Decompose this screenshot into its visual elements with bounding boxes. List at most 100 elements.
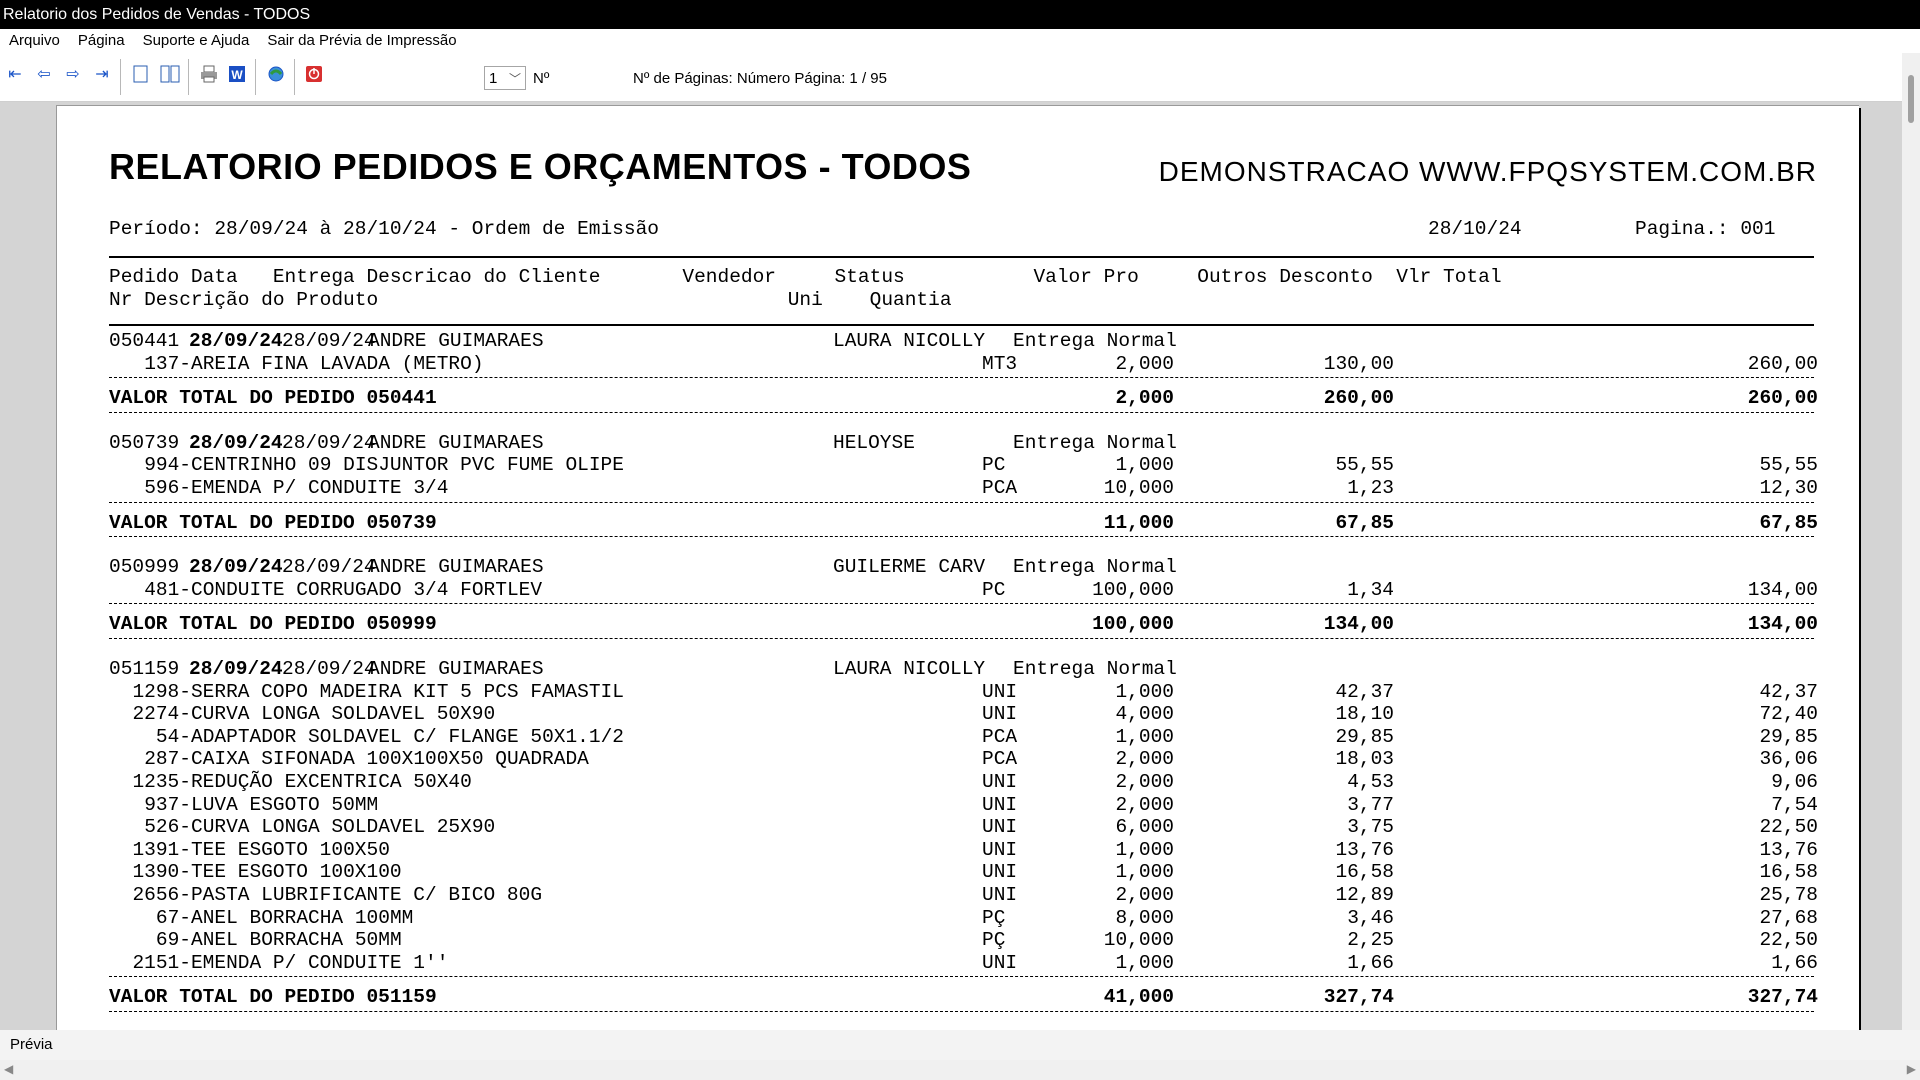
- print-icon[interactable]: [198, 63, 220, 85]
- item-description: 54-ADAPTADOR SOLDAVEL C/ FLANGE 50X1.1/2: [155, 725, 624, 748]
- item-total: 72,40: [1759, 703, 1818, 726]
- item-total: 9,06: [1771, 771, 1818, 793]
- order-status: Entrega Normal: [1013, 556, 1177, 579]
- order-salesperson: HELOYSE: [833, 431, 915, 454]
- item-quantity: 1,000: [1115, 725, 1174, 748]
- item-description: 481-CONDUITE CORRUGADO 3/4 FORTLEV: [144, 578, 543, 601]
- horizontal-scrollbar[interactable]: ◀ ▶: [0, 1060, 1920, 1080]
- item-quantity: 2,000: [1115, 884, 1174, 906]
- word-export-icon[interactable]: W: [226, 63, 248, 85]
- item-quantity: 2,000: [1115, 748, 1174, 771]
- item-description: 526-CURVA LONGA SOLDAVEL 25X90: [144, 816, 496, 839]
- item-total: 134,00: [1747, 578, 1818, 601]
- item-unit: MT3: [982, 352, 1018, 375]
- item-total: 55,55: [1759, 454, 1818, 477]
- item-description: 137-AREIA FINA LAVADA (METRO): [144, 352, 484, 375]
- page-select[interactable]: 1 ﹀: [484, 66, 526, 90]
- item-total: 7,54: [1771, 793, 1818, 816]
- item-quantity: 10,000: [1103, 477, 1174, 499]
- item-description: 596-EMENDA P/ CONDUITE 3/4: [144, 477, 449, 499]
- order-total-value: 327,74: [1323, 986, 1394, 1009]
- item-unit-price: 1,66: [1347, 951, 1394, 974]
- last-page-icon[interactable]: ⇥: [91, 63, 113, 85]
- order-date: 28/09/24: [189, 556, 283, 579]
- two-pages-icon[interactable]: [159, 63, 181, 85]
- order-date: 28/09/24: [189, 330, 283, 352]
- scroll-right-icon[interactable]: ▶: [1907, 1062, 1916, 1076]
- web-icon[interactable]: [265, 63, 287, 85]
- item-unit: UNI: [982, 861, 1018, 884]
- item-quantity: 1,000: [1115, 861, 1174, 884]
- item-unit-price: 3,77: [1347, 793, 1394, 816]
- order-delivery-date: 28/09/24: [282, 330, 376, 352]
- status-bar: Prévia: [0, 1030, 1920, 1060]
- report-date: 28/10/24: [1428, 218, 1522, 240]
- column-header-row-2: Nr Descrição do Produto Uni Quantia: [109, 289, 952, 311]
- order-number: 050739: [109, 431, 180, 454]
- order-total-value: 67,85: [1335, 511, 1394, 534]
- order-date: 28/09/24: [189, 658, 283, 680]
- item-total: 27,68: [1759, 906, 1818, 929]
- order-total-quantity: 2,000: [1115, 387, 1174, 410]
- item-total: 22,50: [1759, 929, 1818, 952]
- item-unit: PCA: [982, 477, 1018, 499]
- menu-arquivo[interactable]: Arquivo: [0, 29, 69, 53]
- order-date: 28/09/24: [189, 431, 283, 454]
- item-unit-price: 2,25: [1347, 929, 1394, 952]
- menu-pagina[interactable]: Página: [69, 29, 134, 53]
- order-delivery-date: 28/09/24: [282, 658, 376, 680]
- scroll-left-icon[interactable]: ◀: [4, 1062, 13, 1076]
- item-description: 1390-TEE ESGOTO 100X100: [132, 861, 402, 884]
- menu-sair[interactable]: Sair da Prévia de Impressão: [258, 29, 465, 53]
- item-quantity: 8,000: [1115, 906, 1174, 929]
- item-unit-price: 42,37: [1335, 680, 1394, 703]
- item-description: 2656-PASTA LUBRIFICANTE C/ BICO 80G: [132, 884, 543, 906]
- svg-text:W: W: [231, 68, 243, 82]
- vertical-scrollbar[interactable]: [1902, 53, 1920, 1030]
- toolbar: ⇤ ⇦ ⇨ ⇥ W: [0, 53, 1920, 102]
- item-unit-price: 3,75: [1347, 816, 1394, 839]
- order-total-value: 260,00: [1323, 387, 1394, 410]
- item-description: 287-CAIXA SIFONADA 100X100X50 QUADRADA: [144, 748, 589, 771]
- item-unit-price: 55,55: [1335, 454, 1394, 477]
- report-page-number: Pagina.: 001: [1635, 218, 1776, 240]
- item-description: 67-ANEL BORRACHA 100MM: [155, 906, 414, 929]
- order-total-value: 134,00: [1323, 613, 1394, 636]
- item-description: 1391-TEE ESGOTO 100X50: [132, 838, 390, 861]
- order-salesperson: LAURA NICOLLY: [833, 658, 986, 680]
- order-number: 050999: [109, 556, 180, 579]
- item-total: 42,37: [1759, 680, 1818, 703]
- order-status: Entrega Normal: [1013, 330, 1177, 352]
- chevron-down-icon: ﹀: [508, 72, 521, 86]
- item-unit: UNI: [982, 771, 1018, 793]
- menu-suporte[interactable]: Suporte e Ajuda: [134, 29, 259, 53]
- item-unit-price: 12,89: [1335, 884, 1394, 906]
- item-quantity: 1,000: [1115, 680, 1174, 703]
- item-unit: PÇ: [982, 906, 1006, 929]
- item-quantity: 10,000: [1103, 929, 1174, 952]
- item-quantity: 1,000: [1115, 838, 1174, 861]
- single-page-icon[interactable]: [130, 63, 152, 85]
- item-unit: UNI: [982, 703, 1018, 726]
- order-total-label: VALOR TOTAL DO PEDIDO 050739: [109, 511, 437, 534]
- order-salesperson: LAURA NICOLLY: [833, 330, 986, 352]
- next-page-icon[interactable]: ⇨: [62, 63, 84, 85]
- item-total: 1,66: [1771, 951, 1818, 974]
- item-unit: UNI: [982, 816, 1018, 839]
- stop-icon[interactable]: [303, 63, 325, 85]
- report-demo-banner: DEMONSTRACAO WWW.FPQSYSTEM.COM.BR: [1158, 156, 1817, 187]
- prev-page-icon[interactable]: ⇦: [33, 63, 55, 85]
- item-description: 1235-REDUÇÃO EXCENTRICA 50X40: [132, 771, 472, 793]
- item-description: 994-CENTRINHO 09 DISJUNTOR PVC FUME OLIP…: [144, 454, 624, 477]
- order-total-label: VALOR TOTAL DO PEDIDO 050441: [109, 387, 437, 410]
- order-client: ANDRE GUIMARAES: [368, 556, 544, 579]
- first-page-icon[interactable]: ⇤: [4, 63, 26, 85]
- order-client: ANDRE GUIMARAES: [368, 658, 544, 680]
- report-title: RELATORIO PEDIDOS E ORÇAMENTOS - TODOS: [109, 146, 972, 187]
- order-status: Entrega Normal: [1013, 658, 1177, 680]
- item-unit: PCA: [982, 748, 1018, 771]
- report-page: RELATORIO PEDIDOS E ORÇAMENTOS - TODOS D…: [56, 105, 1859, 1030]
- item-unit: UNI: [982, 793, 1018, 816]
- item-total: 16,58: [1759, 861, 1818, 884]
- preview-viewport[interactable]: RELATORIO PEDIDOS E ORÇAMENTOS - TODOS D…: [0, 102, 1902, 1030]
